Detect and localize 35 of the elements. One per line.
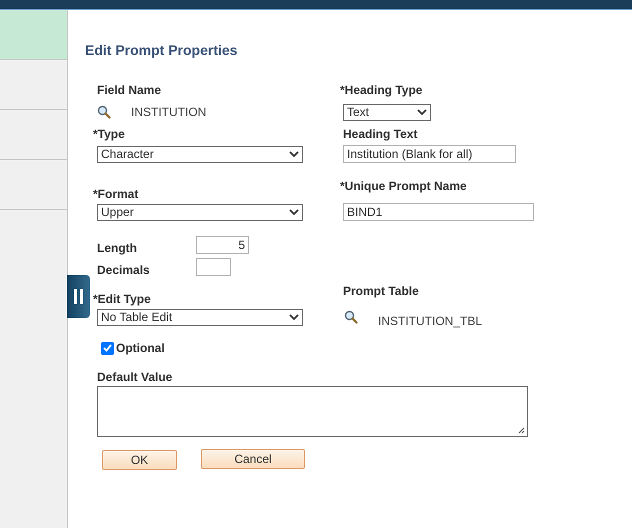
search-icon[interactable] xyxy=(344,310,358,324)
chevron-down-icon xyxy=(289,150,299,158)
cancel-button[interactable]: Cancel xyxy=(201,449,305,469)
format-select[interactable]: Upper xyxy=(97,204,303,220)
field-label: Default Value xyxy=(97,370,172,384)
ok-button[interactable]: OK xyxy=(102,450,177,470)
field-label: *Heading Type xyxy=(340,83,422,97)
resize-grip-icon xyxy=(518,427,525,434)
field-label: Field Name xyxy=(97,83,162,97)
page-title: Edit Prompt Properties xyxy=(85,42,238,58)
field-label: *Type xyxy=(93,127,125,141)
field-label: Prompt Table xyxy=(343,284,419,298)
search-icon[interactable] xyxy=(97,105,111,119)
edit-type-select[interactable]: No Table Edit xyxy=(97,308,303,326)
field-value: INSTITUTION_TBL xyxy=(378,314,482,328)
field-label: *Edit Type xyxy=(93,292,151,306)
field-label: *Unique Prompt Name xyxy=(340,179,467,193)
decimals-field[interactable] xyxy=(196,258,231,276)
collapse-handle[interactable] xyxy=(67,275,90,318)
checkbox-label: Optional xyxy=(116,341,165,355)
default-value-field[interactable] xyxy=(97,386,528,437)
chevron-down-icon xyxy=(417,108,427,116)
field-label: Heading Text xyxy=(343,127,418,141)
field-label: *Format xyxy=(93,187,138,201)
chevron-down-icon xyxy=(289,208,299,216)
optional-checkbox[interactable] xyxy=(101,342,114,354)
prompt-name-field[interactable]: BIND1 xyxy=(343,203,534,221)
field-label: Length xyxy=(97,241,137,255)
field-value: INSTITUTION xyxy=(131,105,206,119)
field-label: Decimals xyxy=(97,263,150,277)
length-field[interactable]: 5 xyxy=(196,236,249,254)
type-select[interactable]: Character xyxy=(97,146,303,162)
heading-text-field[interactable]: Institution (Blank for all) xyxy=(343,145,516,163)
heading-type-select[interactable]: Text xyxy=(343,104,431,120)
chevron-down-icon xyxy=(289,314,299,320)
